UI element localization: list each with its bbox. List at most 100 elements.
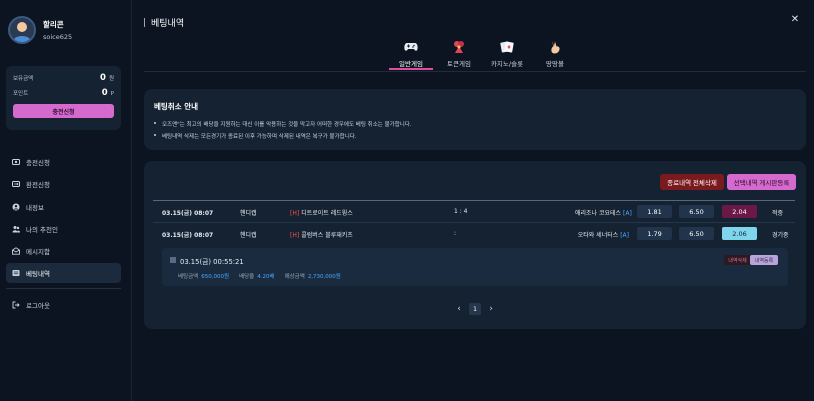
sidebar-item-messages[interactable]: 메시지함 [6, 241, 121, 261]
table-row: 03.15(금) 08:07 핸디캡 [H] 디트로이트 레드윙스 1 : 4 애… [153, 202, 795, 222]
slip-register-button[interactable]: 내역등록 [750, 255, 778, 265]
slip-meta: 베팅금액 650,000원 배당율 4.20배 예상금액 2,730,000원 [178, 272, 341, 280]
page-title: 베팅내역 [144, 16, 184, 29]
bet-type: 핸디캡 [240, 210, 257, 217]
pagination: ‹ 1 › [455, 303, 495, 315]
slip-delete-button[interactable]: 내역삭제 [724, 255, 751, 265]
tab-label: 카지노/슬롯 [490, 60, 524, 68]
bet-amount-label: 베팅금액 [178, 274, 199, 280]
score: 1 : 4 [454, 208, 468, 215]
sidebar-item-deposit[interactable]: 충전신청 [6, 152, 121, 172]
sidebar-item-label: 메시지함 [26, 248, 50, 257]
users-icon [12, 225, 20, 233]
odds-away[interactable]: 2.06 [722, 227, 757, 240]
title-bar-decoration [144, 18, 145, 27]
table-header-line [153, 200, 795, 201]
tab-label: 토큰게임 [447, 60, 471, 68]
cancel-notice: 베팅취소 안내 오즈맨"는 최고의 배당을 지원하는 대신 이를 악용하는 것을… [144, 89, 806, 150]
next-page-icon[interactable]: › [487, 304, 495, 314]
points-label: 포인트 [13, 91, 29, 97]
points-value: 0 [101, 88, 108, 98]
sidebar-item-label: 나의 추천인 [26, 225, 58, 234]
delete-finished-button[interactable]: 종료내역 전체삭제 [660, 174, 724, 190]
away-team: 오타와 세너터스 [A] [577, 232, 629, 239]
close-icon[interactable]: ✕ [790, 15, 800, 25]
bet-result: 경기중 [772, 232, 789, 239]
logout-label: 로그아웃 [26, 302, 50, 311]
balance-value: 0 [100, 73, 106, 83]
avatar-icon [13, 22, 31, 42]
home-team: [H] 디트로이트 레드윙스 [290, 210, 353, 217]
bet-type: 핸디캡 [240, 232, 257, 239]
hand-icon [551, 41, 560, 54]
odds-away[interactable]: 2.04 [722, 205, 757, 218]
sidebar-item-referral[interactable]: 나의 추천인 [6, 219, 121, 239]
sidebar: 할리콘 soice625 보유금액 0원 포인트 0P 충전신청 충전신청 환전… [0, 0, 132, 401]
bet-result: 적중 [772, 210, 784, 217]
odds-draw[interactable]: 6.50 [679, 227, 714, 240]
user-name: 할리콘 [43, 20, 64, 29]
tab-casino-slot[interactable]: 카지노/슬롯 [485, 40, 529, 70]
table-row: 03.15(금) 08:07 핸디캡 [H] 콜럼버스 블루재키츠 : 오타와 세… [153, 224, 795, 244]
logout-button[interactable]: 로그아웃 [6, 295, 121, 315]
prev-page-icon[interactable]: ‹ [455, 304, 463, 314]
list-icon [12, 270, 20, 277]
sidebar-item-label: 베팅내역 [26, 270, 50, 279]
page-number[interactable]: 1 [469, 303, 481, 315]
balance-unit: 원 [108, 76, 114, 82]
exchange-icon [12, 181, 20, 188]
charge-button[interactable]: 충전신청 [13, 104, 114, 118]
sidebar-item-withdraw[interactable]: 환전신청 [6, 174, 121, 194]
sidebar-item-label: 내정보 [26, 203, 44, 212]
score: : [454, 230, 457, 237]
user-profile: 할리콘 soice625 [8, 16, 72, 44]
sidebar-nav: 충전신청 환전신청 내정보 나의 추천인 메시지함 베팅내역 로그아웃 [6, 152, 121, 318]
post-selected-button[interactable]: 선택내역 게시판등록 [727, 174, 796, 190]
tab-label: 일반게임 [399, 60, 423, 68]
sidebar-item-label: 충전신청 [26, 159, 50, 167]
tabs-divider [144, 71, 806, 72]
sidebar-item-label: 환전신청 [26, 181, 50, 190]
notice-item: 오즈맨"는 최고의 배당을 지원하는 대신 이를 악용하는 것을 막고자 어떠한… [154, 120, 796, 128]
tab-general-game[interactable]: 일반게임 [389, 40, 433, 70]
odds-label: 배당율 [239, 274, 255, 280]
tab-label: 땅땅볼 [546, 60, 564, 68]
user-icon [12, 203, 20, 211]
cards-icon [500, 41, 514, 53]
slip-date: 03.15(금) 00:55:21 [180, 258, 244, 266]
tab-token-game[interactable]: 토큰게임 [437, 40, 481, 70]
slip-checkbox[interactable] [170, 257, 176, 263]
main-content: 베팅내역 ✕ 일반게임 토큰게임 카지노/슬롯 땅땅볼 베팅취소 안내 오즈맨"… [144, 0, 806, 401]
odds-home[interactable]: 1.81 [637, 205, 672, 218]
wallet-card: 보유금액 0원 포인트 0P 충전신청 [6, 66, 121, 130]
tab-ddangddang-ball[interactable]: 땅땅볼 [533, 40, 577, 70]
odds-home[interactable]: 1.79 [637, 227, 672, 240]
expected-label: 예상금액 [284, 274, 305, 280]
notice-item: 베팅내역 삭제는 모든경기가 종료된 이후 가능하며 삭제된 내역은 복구가 불… [154, 132, 796, 140]
sidebar-item-bet-history[interactable]: 베팅내역 [6, 263, 121, 284]
sidebar-item-myinfo[interactable]: 내정보 [6, 197, 121, 217]
page-title-text: 베팅내역 [151, 19, 185, 29]
balance-label: 보유금액 [13, 76, 34, 82]
odds-draw[interactable]: 6.50 [679, 205, 714, 218]
nav-divider [6, 288, 121, 290]
user-id: soice625 [43, 33, 73, 41]
token-icon [454, 41, 464, 53]
expected-value: 2,730,000원 [307, 274, 341, 280]
bet-amount-value: 650,000원 [201, 274, 230, 280]
logout-icon [12, 302, 20, 309]
bet-time: 03.15(금) 08:07 [162, 210, 214, 217]
points-unit: P [110, 91, 114, 97]
game-tabs: 일반게임 토큰게임 카지노/슬롯 땅땅볼 [389, 40, 577, 70]
row-divider [153, 222, 795, 223]
notice-title: 베팅취소 안내 [154, 102, 199, 111]
gamepad-icon [404, 43, 418, 51]
bet-time: 03.15(금) 08:07 [162, 232, 214, 239]
away-team: 애리조나 코요테스 [A] [575, 210, 632, 217]
mail-icon [12, 247, 20, 255]
odds-value: 4.20배 [257, 274, 275, 280]
bet-slip-summary: 03.15(금) 00:55:21 베팅금액 650,000원 배당율 4.20배 … [162, 248, 788, 286]
money-icon [12, 159, 20, 165]
home-team: [H] 콜럼버스 블루재키츠 [290, 232, 353, 239]
avatar [8, 16, 36, 44]
